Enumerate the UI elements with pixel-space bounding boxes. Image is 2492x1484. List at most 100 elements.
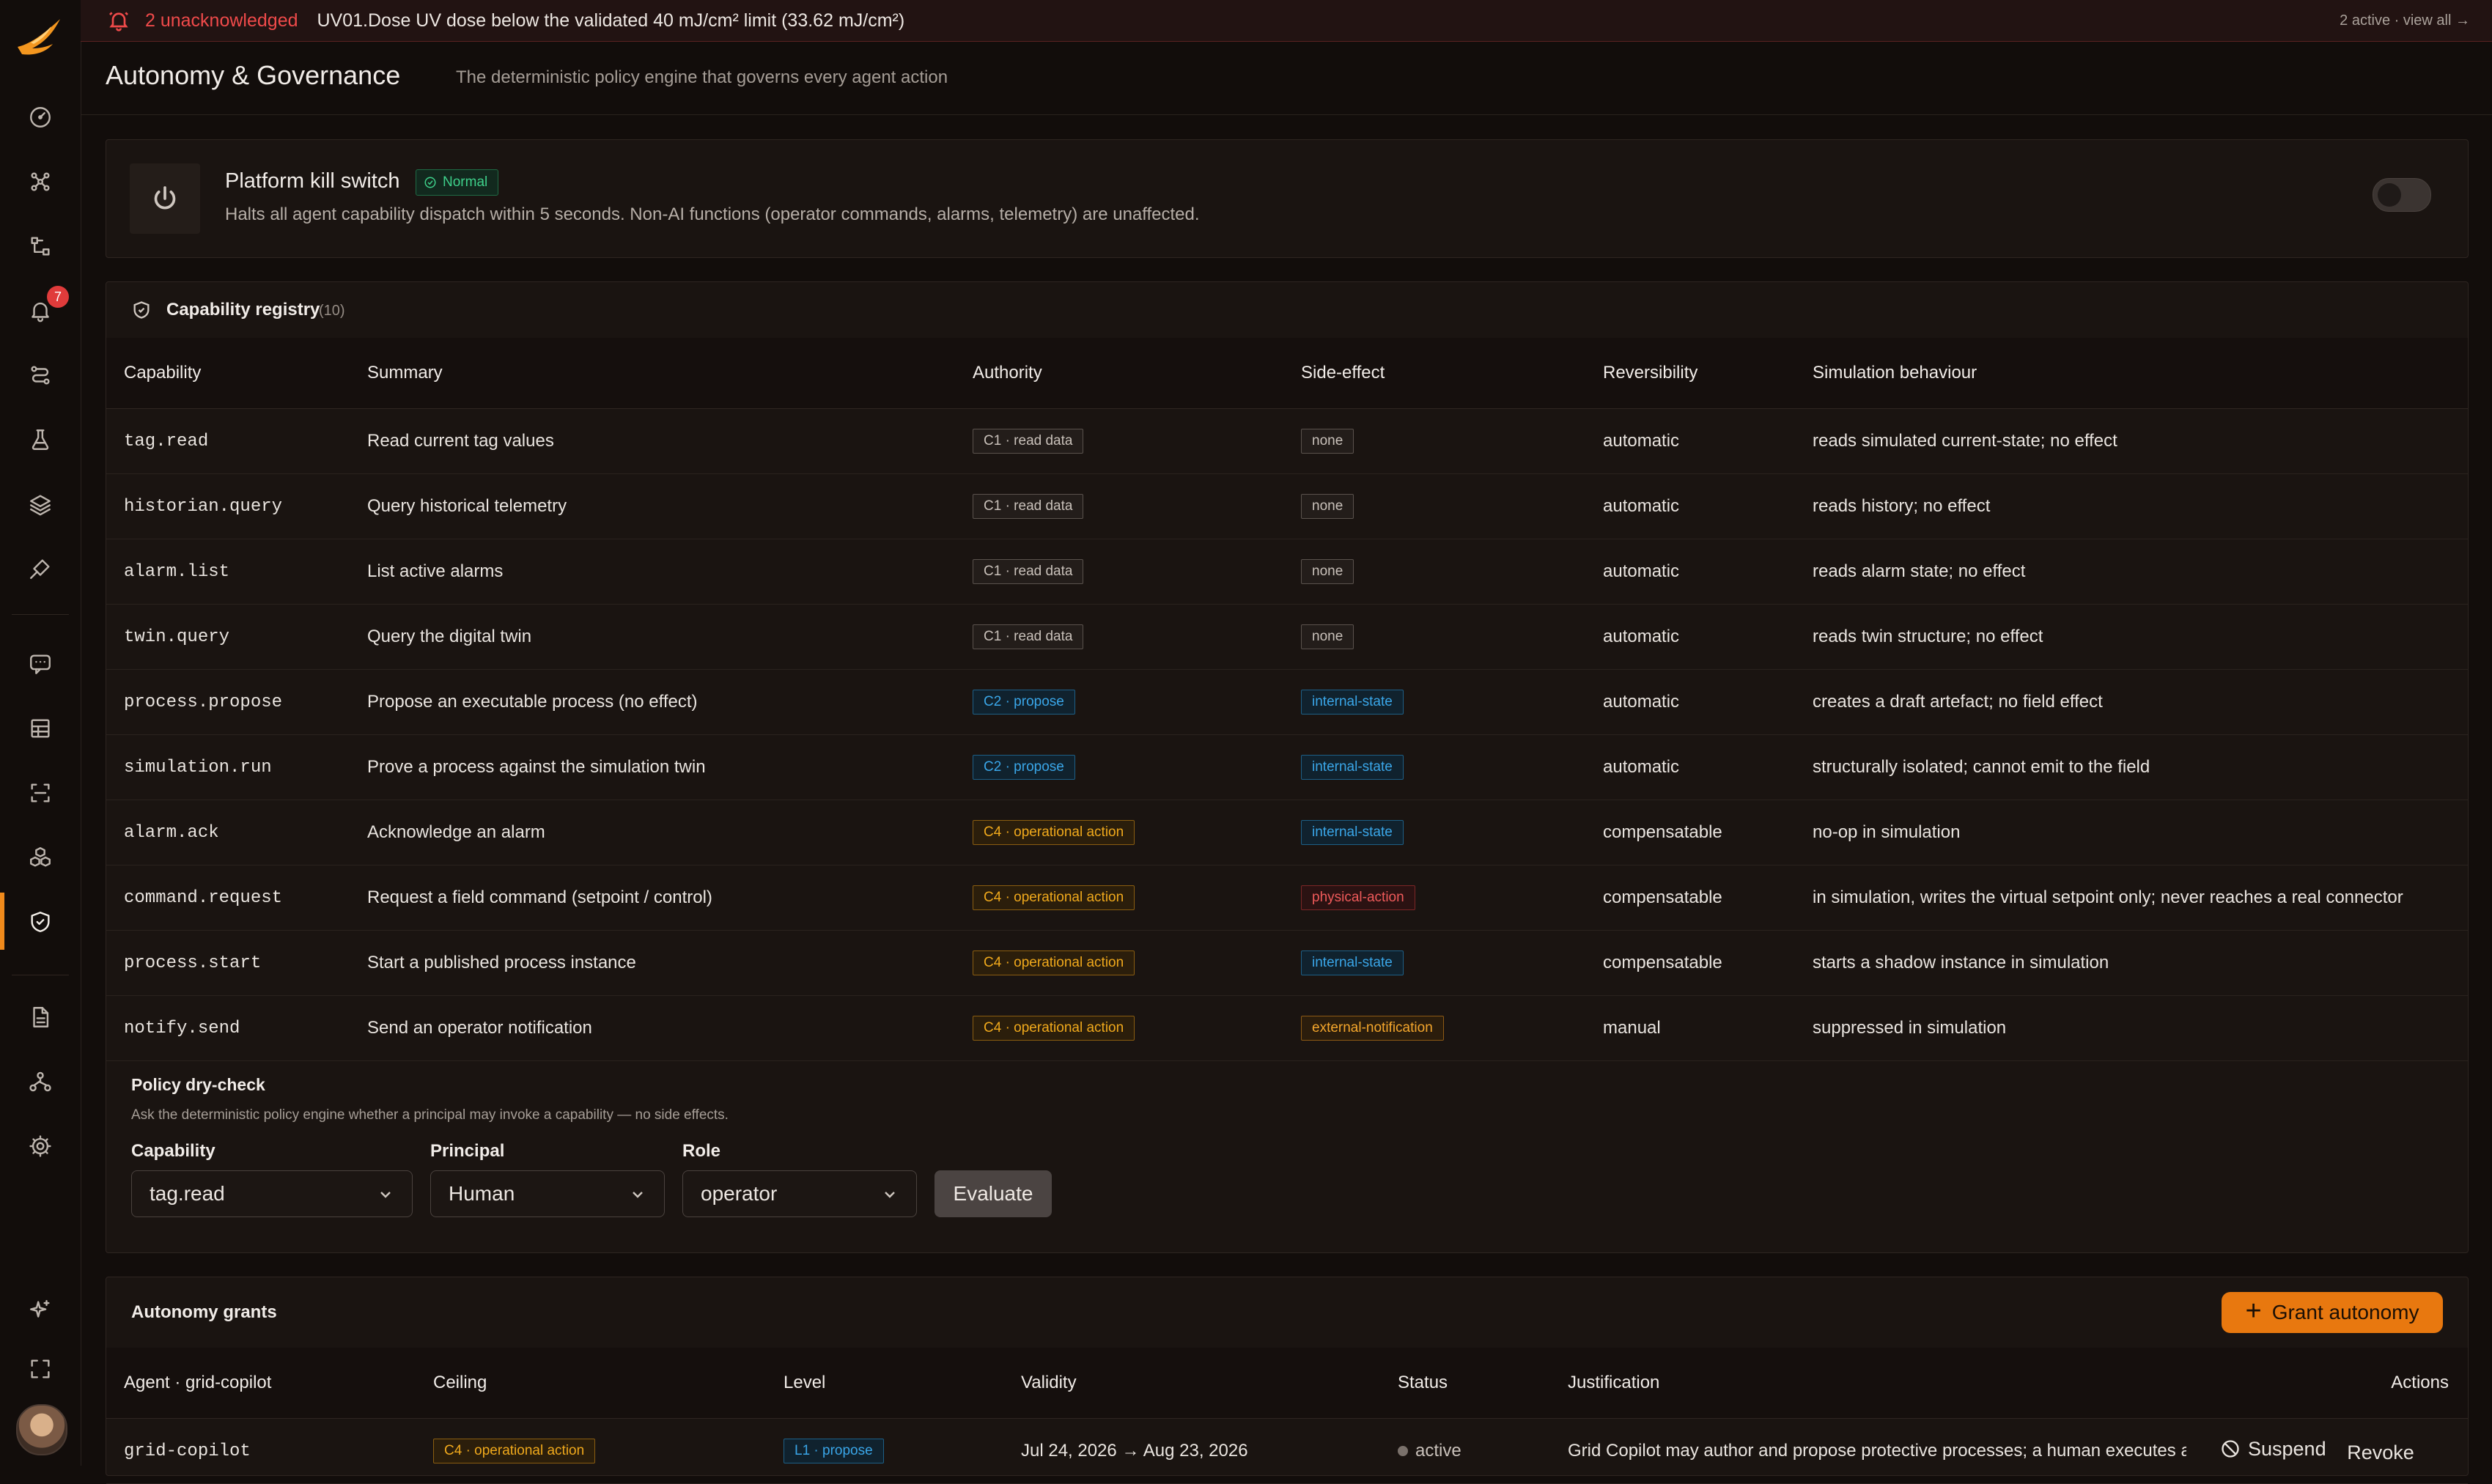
column-header[interactable]: Reversibility [1585, 338, 1795, 409]
authority-badge: C1 · read data [973, 429, 1084, 454]
shield-icon[interactable] [24, 906, 56, 938]
status-badge: Normal [416, 169, 499, 196]
table-row[interactable]: simulation.run Prove a process against t… [106, 734, 2468, 800]
capability-registry-card: Capability registry (10) Capability Summ… [106, 281, 2469, 1253]
view-all-alarms-link[interactable]: 2 active · view all → [2340, 12, 2470, 29]
capability-summary: Prove a process against the simulation t… [350, 734, 955, 800]
flow-icon[interactable] [24, 230, 56, 262]
layers-icon[interactable] [24, 488, 56, 520]
authority-badge: C1 · read data [973, 624, 1084, 649]
hierarchy-icon[interactable] [24, 1066, 56, 1098]
column-header[interactable]: Agent · grid-copilot [106, 1348, 416, 1419]
reversibility: automatic [1585, 408, 1795, 474]
column-header[interactable]: Authority [955, 338, 1283, 409]
expand-icon[interactable] [24, 1353, 56, 1385]
chat-icon[interactable] [24, 648, 56, 680]
gear-icon[interactable] [24, 1130, 56, 1162]
grant-autonomy-label: Grant autonomy [2271, 1301, 2419, 1324]
table-row[interactable]: process.propose Propose an executable pr… [106, 669, 2468, 735]
status-badge-label: Normal [443, 174, 488, 190]
registry-count: (10) [319, 303, 345, 319]
table-header-row: Capability Summary Authority Side-effect… [106, 338, 2468, 409]
status-dot [1398, 1446, 1408, 1456]
table-row[interactable]: alarm.list List active alarms C1 · read … [106, 539, 2468, 605]
document-icon[interactable] [24, 1001, 56, 1033]
capability-select[interactable]: tag.read [131, 1170, 413, 1217]
power-icon [130, 163, 200, 234]
page-title: Autonomy & Governance [106, 60, 401, 90]
table-row[interactable]: process.start Start a published process … [106, 930, 2468, 996]
simulation-behaviour: reads history; no effect [1795, 473, 2468, 539]
capability-summary: Propose an executable process (no effect… [350, 669, 955, 735]
column-header[interactable]: Justification [1550, 1348, 2186, 1419]
role-select[interactable]: operator [682, 1170, 917, 1217]
app-logo[interactable] [15, 15, 66, 62]
grant-agent: grid-copilot [106, 1418, 416, 1484]
capability-name: twin.query [106, 604, 350, 670]
authority-badge: C4 · operational action [973, 820, 1135, 845]
evaluate-button[interactable]: Evaluate [934, 1170, 1052, 1217]
flask-icon[interactable] [24, 424, 56, 456]
avatar[interactable] [16, 1404, 67, 1455]
table-row[interactable]: grid-copilot C4 · operational action L1 … [106, 1418, 2468, 1484]
column-header[interactable]: Capability [106, 338, 350, 409]
column-header[interactable]: Actions [2186, 1348, 2468, 1419]
principal-label: Principal [430, 1141, 505, 1161]
grant-autonomy-button[interactable]: + Grant autonomy [2222, 1292, 2443, 1333]
kill-switch-toggle[interactable] [2373, 178, 2431, 212]
column-header[interactable]: Validity [1003, 1348, 1380, 1419]
revoke-button[interactable]: Revoke [2347, 1441, 2414, 1464]
reversibility: compensatable [1585, 800, 1795, 865]
capability-table: Capability Summary Authority Side-effect… [106, 338, 2468, 1061]
side-effect-badge: none [1301, 624, 1354, 649]
table-row[interactable]: twin.query Query the digital twin C1 · r… [106, 604, 2468, 670]
capability-summary: Start a published process instance [350, 930, 955, 996]
alert-banner[interactable]: 2 unacknowledged UV01.Dose UV dose below… [81, 0, 2492, 42]
table-row[interactable]: command.request Request a field command … [106, 865, 2468, 931]
cubes-icon[interactable] [24, 841, 56, 874]
principal-select[interactable]: Human [430, 1170, 665, 1217]
column-header[interactable]: Side-effect [1283, 338, 1585, 409]
sidebar: 7 [0, 0, 81, 1466]
authority-badge: C4 · operational action [973, 950, 1135, 975]
table-row[interactable]: alarm.ack Acknowledge an alarm C4 · oper… [106, 800, 2468, 865]
simulation-behaviour: no-op in simulation [1795, 800, 2468, 865]
table-row[interactable]: notify.send Send an operator notificatio… [106, 995, 2468, 1061]
capability-name: command.request [106, 865, 350, 931]
side-effect-badge: internal-state [1301, 690, 1404, 715]
column-header[interactable]: Simulation behaviour [1795, 338, 2468, 409]
active-nav-indicator [0, 893, 4, 950]
column-header[interactable]: Summary [350, 338, 955, 409]
role-select-value: operator [701, 1182, 778, 1205]
gauge-icon[interactable] [24, 101, 56, 133]
capability-name: notify.send [106, 995, 350, 1061]
simulation-behaviour: starts a shadow instance in simulation [1795, 930, 2468, 996]
sidebar-divider [12, 614, 69, 615]
capability-name: simulation.run [106, 734, 350, 800]
alert-count: 2 unacknowledged [145, 10, 298, 31]
probe-icon[interactable] [24, 553, 56, 585]
column-header[interactable]: Ceiling [416, 1348, 766, 1419]
suspend-button[interactable]: Suspend [2220, 1438, 2326, 1461]
capability-summary: Query the digital twin [350, 604, 955, 670]
simulation-behaviour: suppressed in simulation [1795, 995, 2468, 1061]
column-header[interactable]: Status [1380, 1348, 1550, 1419]
column-header[interactable]: Level [766, 1348, 1003, 1419]
grid-icon[interactable] [24, 712, 56, 745]
capability-summary: Read current tag values [350, 408, 955, 474]
table-row[interactable]: historian.query Query historical telemet… [106, 473, 2468, 539]
simulation-behaviour: creates a draft artefact; no field effec… [1795, 669, 2468, 735]
authority-badge: C4 · operational action [973, 1016, 1135, 1041]
scan-icon[interactable] [24, 777, 56, 809]
toggle-knob [2378, 183, 2401, 207]
sparkle-icon[interactable] [24, 1294, 56, 1326]
route-icon[interactable] [24, 359, 56, 391]
level-badge: L1 · propose [784, 1439, 884, 1463]
capability-name: process.start [106, 930, 350, 996]
side-effect-badge: internal-state [1301, 950, 1404, 975]
suspend-label: Suspend [2248, 1437, 2326, 1460]
nodes-icon[interactable] [24, 166, 56, 198]
capability-summary: Send an operator notification [350, 995, 955, 1061]
capability-name: historian.query [106, 473, 350, 539]
table-row[interactable]: tag.read Read current tag values C1 · re… [106, 408, 2468, 474]
